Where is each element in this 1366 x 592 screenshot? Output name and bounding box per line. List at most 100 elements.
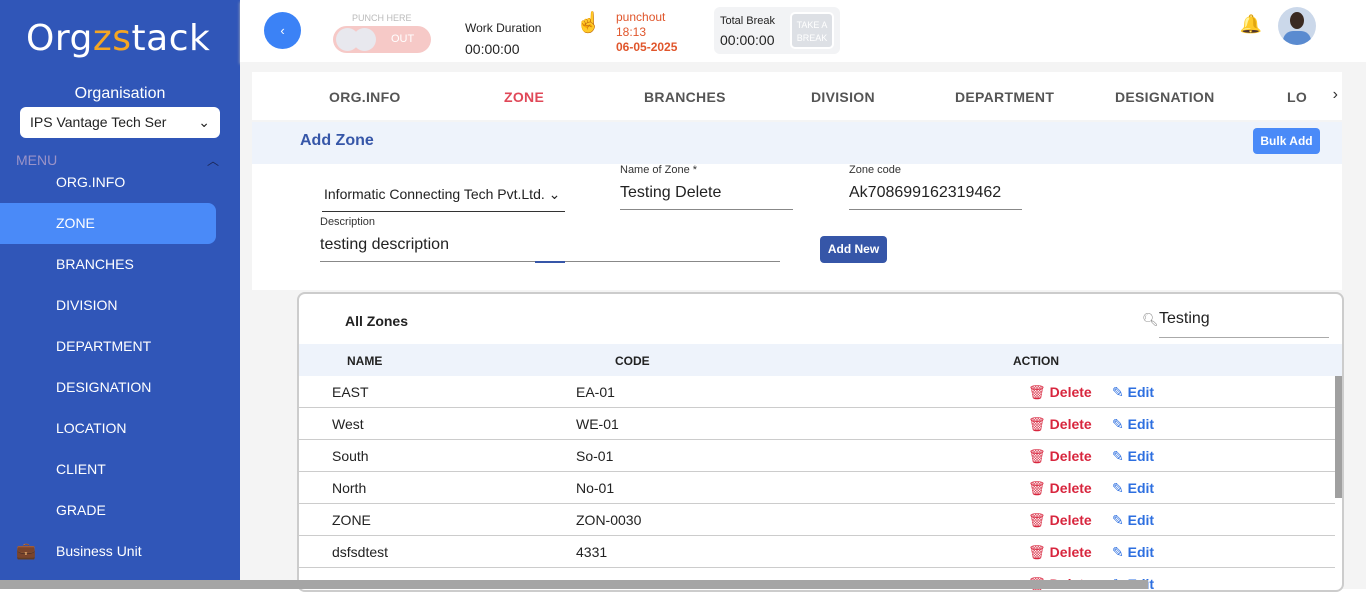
edit-label: Edit	[1127, 416, 1155, 432]
chevron-right-icon[interactable]: ›	[1333, 86, 1338, 104]
sidebar-item-client[interactable]: CLIENT	[0, 449, 240, 490]
zone-code-label: Zone code	[849, 164, 901, 176]
bell-icon[interactable]: 🔔	[1240, 14, 1262, 35]
tab-zone[interactable]: ZONE	[504, 89, 544, 105]
zone-name: dsfsdtest	[332, 544, 389, 560]
delete-label: Delete	[1049, 416, 1092, 432]
edit-button[interactable]: ✎ Edit	[1112, 544, 1154, 561]
work-duration-value: 00:00:00	[465, 41, 520, 57]
edit-icon: ✎	[1112, 416, 1124, 432]
tab-branches[interactable]: BRANCHES	[644, 89, 726, 105]
edit-button[interactable]: ✎ Edit	[1112, 512, 1154, 529]
sidebar-item-branches[interactable]: BRANCHES	[0, 244, 240, 285]
vertical-scrollbar[interactable]	[1335, 376, 1342, 498]
punch-toggle[interactable]: OUT	[333, 26, 431, 53]
sidebar-item-location[interactable]: LOCATION	[0, 408, 240, 449]
table-row: West WE-01 🗑︎ Delete ✎ Edit	[299, 408, 1335, 440]
logo-text-accent: zs	[92, 18, 132, 59]
zone-name: EAST	[332, 384, 369, 400]
punch-status-text: punchout	[616, 10, 666, 24]
delete-button[interactable]: 🗑︎ Delete	[1028, 416, 1092, 433]
add-zone-title: Add Zone	[300, 132, 374, 149]
zone-name-label: Name of Zone *	[620, 164, 698, 176]
logo-text: Org	[26, 18, 93, 59]
edit-button[interactable]: ✎ Edit	[1112, 448, 1154, 465]
table-row: North No-01 🗑︎ Delete ✎ Edit	[299, 472, 1335, 504]
logo: Orgzstack	[26, 18, 210, 59]
zone-name: West	[332, 416, 364, 432]
take-break-button[interactable]: TAKE A BREAK	[790, 12, 834, 49]
sidebar-item-business-unit[interactable]: 💼 Business Unit	[0, 531, 240, 572]
table-row: dsfsdtest 4331 🗑︎ Delete ✎ Edit	[299, 536, 1335, 568]
trash-icon: 🗑︎	[1028, 480, 1046, 496]
add-new-button[interactable]: Add New	[820, 236, 887, 263]
fingerprint-icon: ☝	[576, 12, 601, 34]
description-input[interactable]: testing description	[320, 236, 780, 262]
work-duration: Work Duration 00:00:00	[465, 21, 541, 57]
trash-icon: 🗑︎	[1028, 384, 1046, 400]
table-header: NAME CODE ACTION	[299, 344, 1342, 376]
tab-org-info[interactable]: ORG.INFO	[329, 89, 401, 105]
delete-button[interactable]: 🗑︎ Delete	[1028, 544, 1092, 561]
edit-icon: ✎	[1112, 480, 1124, 496]
tab-department[interactable]: DEPARTMENT	[955, 89, 1054, 105]
sidebar-item-designation[interactable]: DESIGNATION	[0, 367, 240, 408]
delete-label: Delete	[1049, 544, 1092, 560]
organisation-label: Organisation	[74, 85, 166, 102]
delete-button[interactable]: 🗑︎ Delete	[1028, 480, 1092, 497]
add-zone-form: Informatic Connecting Tech Pvt.Ltd. ⌄ Na…	[252, 164, 1342, 290]
avatar[interactable]	[1278, 7, 1316, 45]
main-content: ORG.INFO ZONE BRANCHES DIVISION DEPARTME…	[240, 62, 1366, 592]
edit-label: Edit	[1127, 480, 1155, 496]
sidebar: Orgzstack Organisation IPS Vantage Tech …	[0, 0, 240, 589]
tab-location[interactable]: LO	[1287, 89, 1307, 105]
zone-code-input[interactable]: Ak708699162319462	[849, 184, 1022, 210]
punch-date: 06-05-2025	[616, 40, 678, 54]
search-icon: 🔍︎	[1142, 312, 1159, 327]
edit-button[interactable]: ✎ Edit	[1112, 384, 1154, 401]
header: ‹ PUNCH HERE OUT Work Duration 00:00:00 ☝…	[240, 0, 1366, 62]
delete-label: Delete	[1049, 480, 1092, 496]
sidebar-item-org-info[interactable]: ORG.INFO	[0, 170, 240, 203]
horizontal-scrollbar[interactable]	[0, 580, 1148, 589]
delete-button[interactable]: 🗑︎ Delete	[1028, 512, 1092, 529]
tab-division[interactable]: DIVISION	[811, 89, 875, 105]
zone-name-input[interactable]: Testing Delete	[620, 184, 793, 210]
column-name: NAME	[347, 354, 383, 368]
description-label: Description	[320, 216, 376, 228]
edit-button[interactable]: ✎ Edit	[1112, 480, 1154, 497]
chevron-down-icon: ⌄	[198, 114, 210, 130]
tab-bar: ORG.INFO ZONE BRANCHES DIVISION DEPARTME…	[252, 72, 1342, 120]
table-row: South So-01 🗑︎ Delete ✎ Edit	[299, 440, 1335, 472]
input-focus-line	[535, 261, 565, 263]
delete-button[interactable]: 🗑︎ Delete	[1028, 448, 1092, 465]
search-input[interactable]: Testing	[1159, 310, 1329, 338]
delete-label: Delete	[1049, 448, 1092, 464]
collapse-sidebar-button[interactable]: ‹	[264, 12, 301, 49]
all-zones-title: All Zones	[345, 313, 409, 329]
sidebar-item-zone[interactable]: ZONE	[0, 203, 216, 244]
tab-designation[interactable]: DESIGNATION	[1115, 89, 1215, 105]
sidebar-item-department[interactable]: DEPARTMENT	[0, 326, 240, 367]
toggle-knob	[353, 28, 376, 51]
edit-icon: ✎	[1112, 448, 1124, 464]
trash-icon: 🗑︎	[1028, 416, 1046, 432]
edit-label: Edit	[1127, 448, 1155, 464]
table-body: EAST EA-01 🗑︎ Delete ✎ Edit West WE-01 🗑︎ Dele…	[299, 376, 1335, 590]
organisation-select[interactable]: IPS Vantage Tech Ser ⌄	[20, 107, 220, 138]
bulk-add-button[interactable]: Bulk Add	[1253, 128, 1320, 154]
delete-button[interactable]: 🗑︎ Delete	[1028, 384, 1092, 401]
zone-name: North	[332, 480, 367, 496]
punch-time: 18:13	[616, 25, 647, 39]
logo-text-end: tack	[131, 18, 211, 59]
edit-button[interactable]: ✎ Edit	[1112, 416, 1154, 433]
zone-name: ZONE	[332, 512, 371, 528]
column-action: ACTION	[1013, 354, 1059, 368]
company-select[interactable]: Informatic Connecting Tech Pvt.Ltd. ⌄	[322, 186, 565, 212]
sidebar-item-grade[interactable]: GRADE	[0, 490, 240, 531]
chevron-up-icon[interactable]: ︿	[207, 152, 219, 169]
delete-label: Delete	[1049, 384, 1092, 400]
trash-icon: 🗑︎	[1028, 512, 1046, 528]
zone-code: EA-01	[576, 384, 615, 400]
sidebar-item-division[interactable]: DIVISION	[0, 285, 240, 326]
